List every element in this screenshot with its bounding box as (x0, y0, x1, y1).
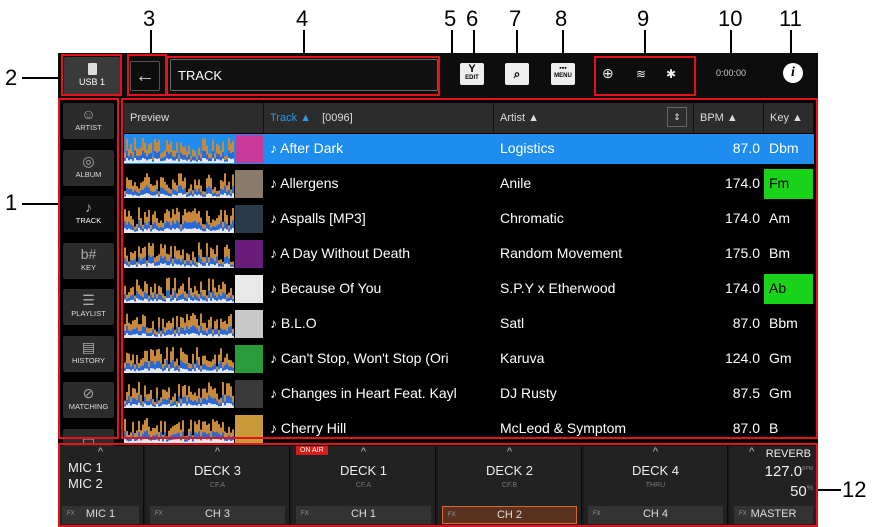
leader-line-12 (815, 489, 841, 491)
highlight-box-12 (58, 443, 818, 527)
leader-line-9 (644, 30, 646, 55)
time-display: 0:00:00 (716, 68, 747, 78)
callout-3: 3 (143, 6, 156, 31)
callout-7: 7 (509, 6, 522, 31)
highlight-box-5 (121, 98, 818, 439)
highlight-box-9 (594, 56, 696, 96)
callout-10: 10 (718, 6, 743, 31)
filter-icon: Y (468, 63, 476, 75)
highlight-box-3 (127, 54, 167, 96)
edit-filter-button[interactable]: Y EDIT (460, 63, 484, 85)
menu-button[interactable]: ▪▪▪ MENU (551, 63, 575, 85)
callout-2: 2 (5, 65, 18, 90)
highlight-box-4 (166, 56, 440, 96)
leader-line-3 (150, 30, 152, 55)
leader-line-2 (22, 77, 62, 79)
callout-1: 1 (5, 190, 18, 215)
callout-12: 12 (842, 477, 867, 502)
callout-6: 6 (466, 6, 479, 31)
edit-label: EDIT (465, 75, 479, 81)
leader-line-1 (22, 203, 62, 205)
callout-11: 11 (779, 6, 802, 31)
menu-grid-icon: ▪▪▪ (559, 65, 567, 72)
highlight-box-1 (58, 98, 119, 439)
callout-9: 9 (637, 6, 650, 31)
highlight-box-2 (61, 54, 122, 96)
search-button[interactable]: ⌕ (505, 63, 529, 85)
callout-5: 5 (444, 6, 457, 31)
callout-4: 4 (296, 6, 309, 31)
info-button[interactable]: i (783, 63, 803, 83)
callout-8: 8 (555, 6, 568, 31)
search-icon: ⌕ (513, 67, 521, 81)
menu-label: MENU (554, 73, 572, 79)
